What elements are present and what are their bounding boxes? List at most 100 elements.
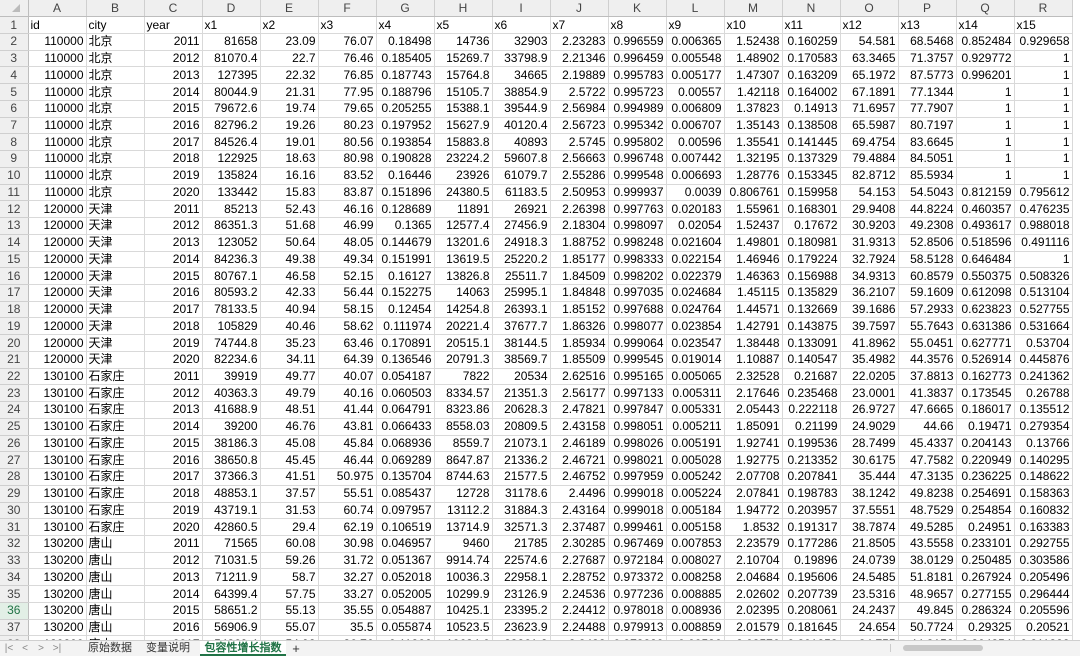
cell[interactable]: 7822 <box>434 368 493 386</box>
cell[interactable]: 18.63 <box>260 150 319 168</box>
cell[interactable]: 0.26788 <box>1014 384 1073 403</box>
cell[interactable]: 2.47821 <box>550 401 609 419</box>
cell[interactable]: 0.996559 <box>608 33 667 51</box>
cell[interactable]: 26393.1 <box>492 301 551 319</box>
cell[interactable]: 54.153 <box>840 184 899 202</box>
row-header[interactable]: 13 <box>0 217 29 235</box>
cell[interactable]: 0.179224 <box>782 251 841 269</box>
cell[interactable]: 0.133091 <box>782 334 841 352</box>
cell[interactable]: 0.220949 <box>956 451 1015 470</box>
cell[interactable]: 0.460357 <box>956 200 1015 219</box>
cell[interactable]: 64399.4 <box>202 585 261 603</box>
cell[interactable]: 0.138508 <box>782 117 841 135</box>
horizontal-scrollbar[interactable] <box>890 644 1077 652</box>
cell[interactable]: 1.46363 <box>724 267 783 285</box>
cell[interactable]: 2.56663 <box>550 150 609 168</box>
cell[interactable]: 0.0039 <box>666 184 725 202</box>
cell[interactable]: 0.526914 <box>956 351 1015 369</box>
cell[interactable]: 北京 <box>86 66 145 85</box>
row-header[interactable]: 6 <box>0 100 29 118</box>
cell[interactable]: 1.42791 <box>724 317 783 336</box>
cell[interactable]: 13201.6 <box>434 234 493 252</box>
cell[interactable]: 47.3135 <box>898 468 957 486</box>
cell[interactable]: 0.151896 <box>376 184 435 202</box>
cell[interactable]: 110000 <box>28 83 87 101</box>
cell[interactable]: 21577.5 <box>492 468 551 486</box>
cell[interactable]: 0.106519 <box>376 518 435 536</box>
cell[interactable]: 1.37823 <box>724 100 783 118</box>
cell[interactable]: 2020 <box>144 351 203 369</box>
cell[interactable]: 15.83 <box>260 184 319 202</box>
header-cell[interactable]: x14 <box>956 16 1015 34</box>
cell[interactable]: 0.254854 <box>956 502 1015 520</box>
cell[interactable]: 10299.9 <box>434 585 493 603</box>
row-header[interactable]: 27 <box>0 451 29 470</box>
cell[interactable]: 20221.4 <box>434 317 493 336</box>
cell[interactable]: 120000 <box>28 301 87 319</box>
cell[interactable]: 27456.9 <box>492 217 551 235</box>
cell[interactable]: 130100 <box>28 451 87 470</box>
cell[interactable]: 天津 <box>86 334 145 352</box>
row-header[interactable]: 17 <box>0 284 29 302</box>
cell[interactable]: 0.185405 <box>376 50 435 68</box>
cell[interactable]: 1.85509 <box>550 351 609 369</box>
cell[interactable]: 1 <box>1014 50 1073 68</box>
cell[interactable]: 北京 <box>86 33 145 51</box>
cell[interactable]: 76.07 <box>318 33 377 51</box>
cell[interactable]: 51.68 <box>260 217 319 235</box>
row-header[interactable]: 26 <box>0 435 29 453</box>
cell[interactable]: 1 <box>956 133 1015 152</box>
cell[interactable]: 0.197952 <box>376 117 435 135</box>
cell[interactable]: 0.29325 <box>956 619 1015 637</box>
column-header-m[interactable]: M <box>724 0 783 18</box>
column-header-d[interactable]: D <box>202 0 261 18</box>
cell[interactable]: 52.15 <box>318 267 377 285</box>
cell[interactable]: 52.43 <box>260 200 319 219</box>
column-header-h[interactable]: H <box>434 0 493 18</box>
cell[interactable]: 40.16 <box>318 384 377 403</box>
cell[interactable]: 0.005211 <box>666 418 725 436</box>
row-header[interactable]: 23 <box>0 384 29 403</box>
cell[interactable]: 0.513104 <box>1014 284 1073 302</box>
header-cell[interactable]: x6 <box>492 16 551 34</box>
cell[interactable]: 1.85934 <box>550 334 609 352</box>
cell[interactable]: 45.4337 <box>898 435 957 453</box>
cell[interactable]: 0.005548 <box>666 50 725 68</box>
select-all-corner[interactable] <box>0 0 29 18</box>
cell[interactable]: 0.024684 <box>666 284 725 302</box>
cell[interactable]: 0.193854 <box>376 133 435 152</box>
cell[interactable]: 2.01579 <box>724 619 783 637</box>
cell[interactable]: 59.26 <box>260 552 319 570</box>
cell[interactable]: 55.7643 <box>898 317 957 336</box>
cell[interactable]: 0.005028 <box>666 451 725 470</box>
cell[interactable]: 0.205496 <box>1014 568 1073 587</box>
cell[interactable]: 1.88752 <box>550 234 609 252</box>
cell[interactable]: 0.148622 <box>1014 468 1073 486</box>
cell[interactable]: 35.23 <box>260 334 319 352</box>
cell[interactable]: 0.207841 <box>782 468 841 486</box>
cell[interactable]: 40363.3 <box>202 384 261 403</box>
sheet-tab-variables[interactable]: 变量说明 <box>140 641 196 656</box>
row-header[interactable]: 19 <box>0 317 29 336</box>
cell[interactable]: 1.44571 <box>724 301 783 319</box>
cell[interactable]: 49.77 <box>260 368 319 386</box>
cell[interactable]: 43.81 <box>318 418 377 436</box>
cell[interactable]: 2.56984 <box>550 100 609 118</box>
row-header[interactable]: 28 <box>0 468 29 486</box>
row-header[interactable]: 18 <box>0 301 29 319</box>
cell[interactable]: 37366.3 <box>202 468 261 486</box>
cell[interactable]: 120000 <box>28 284 87 302</box>
cell[interactable]: 北京 <box>86 117 145 135</box>
cell[interactable]: 65.5987 <box>840 117 899 135</box>
cell[interactable]: 0.135704 <box>376 468 435 486</box>
cell[interactable]: 25995.1 <box>492 284 551 302</box>
cell[interactable]: 69.4754 <box>840 133 899 152</box>
cell[interactable]: 84.5051 <box>898 150 957 168</box>
cell[interactable]: 0.00557 <box>666 83 725 101</box>
cell[interactable]: 13619.5 <box>434 251 493 269</box>
cell[interactable]: 110000 <box>28 33 87 51</box>
cell[interactable]: 22958.1 <box>492 568 551 587</box>
cell[interactable]: 110000 <box>28 50 87 68</box>
cell[interactable]: 35.55 <box>318 602 377 620</box>
cell[interactable]: 33798.9 <box>492 50 551 68</box>
